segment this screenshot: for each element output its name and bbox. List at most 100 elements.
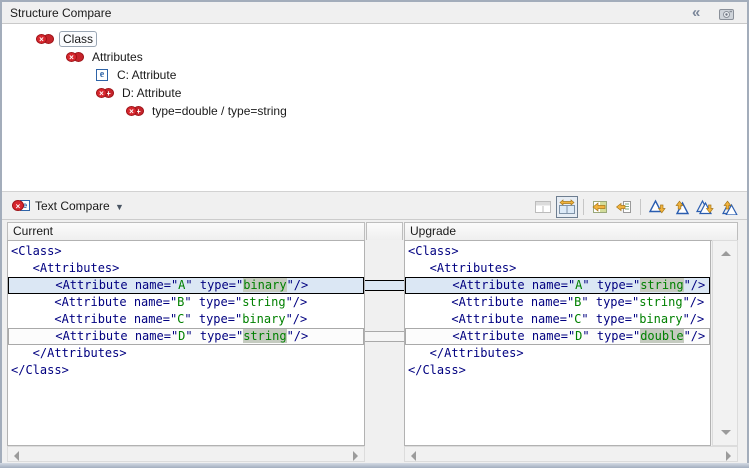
next-change-icon[interactable] (694, 196, 716, 218)
code-line[interactable]: <Attribute name="C" type="binary"/> (405, 311, 710, 328)
tree-item[interactable]: +× type=double / type=string (2, 102, 747, 120)
right-code-pane[interactable]: <Class> <Attributes> <Attribute name="A"… (404, 240, 711, 446)
code-token: </Attributes> (11, 346, 127, 360)
code-line[interactable]: <Attribute name="D" type="string"/> (8, 328, 364, 345)
code-token: " type=" (582, 329, 640, 343)
code-line[interactable]: </Class> (405, 362, 710, 379)
code-line[interactable]: </Attributes> (8, 345, 364, 362)
previous-change-icon[interactable] (718, 196, 740, 218)
code-token: binary (243, 278, 286, 292)
change-icon: × (66, 51, 84, 64)
code-token: " type=" (185, 278, 243, 292)
code-token: <Attribute name=" (12, 278, 178, 292)
code-token: binary (242, 312, 285, 326)
change-add-icon: +× (126, 105, 144, 118)
code-token: <Attribute name=" (408, 312, 574, 326)
previous-difference-icon[interactable] (670, 196, 692, 218)
code-token: " type=" (581, 312, 639, 326)
code-token: <Attributes> (408, 261, 516, 275)
code-token: " type=" (582, 278, 640, 292)
scroll-up-arrow-icon[interactable] (721, 251, 731, 256)
code-line[interactable]: </Class> (8, 362, 364, 379)
code-token: " type=" (184, 312, 242, 326)
right-horizontal-scrollbar[interactable] (404, 446, 738, 462)
code-line[interactable]: <Attribute name="A" type="string"/> (405, 277, 710, 294)
camera-icon[interactable] (719, 7, 734, 25)
copy-current-right-to-left-icon[interactable] (613, 196, 635, 218)
left-code-pane[interactable]: <Class> <Attributes> <Attribute name="A"… (7, 240, 365, 446)
text-compare-icon: e× (12, 199, 30, 213)
text-compare-title: Text Compare (35, 192, 110, 221)
code-token: <Attribute name=" (409, 278, 575, 292)
code-line[interactable]: <Attribute name="A" type="binary"/> (8, 277, 364, 294)
code-line[interactable]: <Attribute name="D" type="double"/> (405, 328, 710, 345)
code-token: string (639, 295, 682, 309)
toolbar-separator (640, 199, 641, 215)
other-diff-connector (365, 331, 404, 342)
structure-compare-header: Structure Compare « (2, 2, 747, 24)
tree-item-label: type=double / type=string (149, 104, 290, 118)
tree-item[interactable]: × Class (2, 30, 747, 48)
code-token: " type=" (184, 295, 242, 309)
code-token: <Attribute name=" (12, 329, 178, 343)
code-token: <Class> (11, 244, 62, 258)
code-token: <Attribute name=" (11, 295, 177, 309)
tree-item[interactable]: ×Attributes (2, 48, 747, 66)
structure-compare-title: Structure Compare (10, 2, 111, 24)
structure-compare-tree: ×Class×AttributeseC: Attribute+×D: Attri… (2, 24, 747, 191)
window-bottom-border (0, 463, 749, 468)
code-token: <Attributes> (11, 261, 119, 275)
eattribute-icon: e (96, 69, 109, 82)
scroll-left-arrow-icon[interactable] (411, 451, 416, 461)
code-line[interactable]: </Attributes> (405, 345, 710, 362)
code-token: <Attribute name=" (11, 312, 177, 326)
tree-item[interactable]: e C: Attribute (2, 66, 747, 84)
code-line[interactable]: <Attribute name="B" type="string"/> (8, 294, 364, 311)
tree-item-label: Class (59, 31, 97, 47)
code-token: string (242, 295, 285, 309)
code-line[interactable]: <Class> (8, 243, 364, 260)
change-icon: × (36, 33, 54, 46)
code-token: " type=" (581, 295, 639, 309)
tree-item[interactable]: +×D: Attribute (2, 84, 747, 102)
code-line[interactable]: <Attribute name="B" type="string"/> (405, 294, 710, 311)
code-token: <Attribute name=" (408, 295, 574, 309)
code-token: "/> (684, 329, 706, 343)
code-line[interactable]: <Attributes> (405, 260, 710, 277)
code-token: string (243, 329, 286, 343)
code-token: "/> (683, 295, 705, 309)
code-token: " type=" (185, 329, 243, 343)
code-token: string (640, 278, 683, 292)
left-horizontal-scrollbar[interactable] (7, 446, 365, 462)
scroll-down-arrow-icon[interactable] (721, 430, 731, 435)
copy-all-right-to-left-icon[interactable] (589, 196, 611, 218)
code-token: "/> (287, 329, 309, 343)
code-token: double (640, 329, 683, 343)
scroll-left-arrow-icon[interactable] (14, 451, 19, 461)
tree-item-label: D: Attribute (119, 86, 184, 100)
right-vertical-scrollbar[interactable] (712, 240, 738, 446)
scroll-right-arrow-icon[interactable] (726, 451, 731, 461)
code-line[interactable]: <Class> (405, 243, 710, 260)
collapse-chevrons-icon[interactable]: « (692, 2, 700, 23)
code-token: "/> (287, 278, 309, 292)
tree-item-label: C: Attribute (114, 68, 179, 82)
code-token: "/> (286, 312, 308, 326)
code-line[interactable]: <Attributes> (8, 260, 364, 277)
code-token: "/> (286, 295, 308, 309)
synchronize-scrolling-icon[interactable] (556, 196, 578, 218)
code-token: </Class> (408, 363, 466, 377)
scroll-right-arrow-icon[interactable] (353, 451, 358, 461)
code-token: "/> (683, 312, 705, 326)
selected-diff-connector (365, 280, 404, 291)
code-token: "/> (684, 278, 706, 292)
two-pane-layout-icon (532, 196, 554, 218)
viewer-menu-caret-icon[interactable]: ▼ (115, 193, 124, 222)
code-token: <Attribute name=" (409, 329, 575, 343)
next-difference-icon[interactable] (646, 196, 668, 218)
gutter-header-cell (366, 222, 403, 241)
text-compare-toolbar (532, 195, 740, 218)
code-line[interactable]: <Attribute name="C" type="binary"/> (8, 311, 364, 328)
compare-editor-window: Structure Compare « × Class×Attributes e C:… (0, 0, 749, 468)
diff-connector-gutter (365, 240, 404, 446)
